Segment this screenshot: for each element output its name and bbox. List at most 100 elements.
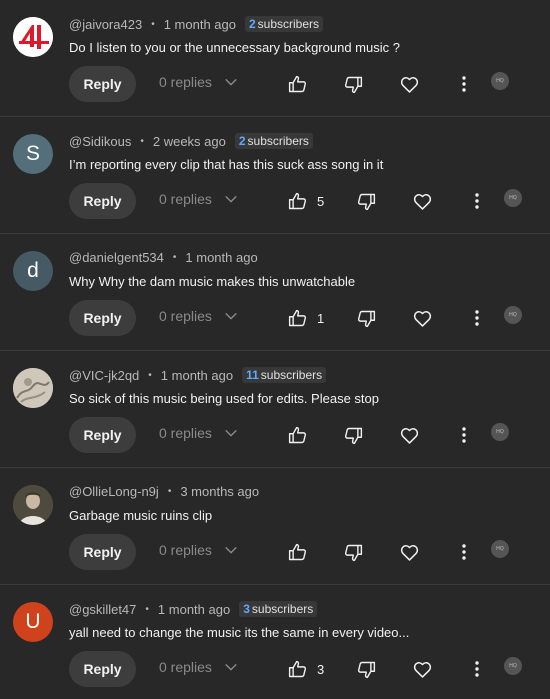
avatar[interactable]: U [13,602,53,642]
replies-toggle[interactable]: 0 replies [159,542,238,558]
avatar[interactable] [13,368,53,408]
extension-badge-icon[interactable]: HQ [504,657,522,675]
thumb-up-icon [287,659,308,680]
subscriber-label: subscribers [251,602,314,616]
separator-dot: • [145,603,149,615]
like-button[interactable] [287,424,308,446]
replies-toggle[interactable]: 0 replies [159,659,238,675]
dislike-button[interactable] [343,424,364,446]
author-handle[interactable]: @danielgent534 [69,250,164,265]
more-actions-button[interactable] [472,307,482,329]
avatar[interactable] [13,485,53,525]
dislike-button[interactable] [356,307,377,329]
replies-count: 0 replies [159,308,212,324]
replies-toggle[interactable]: 0 replies [159,191,238,207]
reply-button[interactable]: Reply [69,183,136,219]
more-actions-button[interactable] [472,190,482,212]
thumb-up-icon [287,542,308,563]
chevron-down-icon [224,75,238,89]
avatar-letter: d [27,259,39,282]
replies-count: 0 replies [159,74,212,90]
extension-badge-icon[interactable]: HQ [504,306,522,324]
replies-count: 0 replies [159,542,212,558]
heart-button[interactable] [412,658,433,680]
extension-badge-icon[interactable]: HQ [504,189,522,207]
more-actions-button[interactable] [459,541,469,563]
separator-dot: • [148,369,152,381]
extension-badge-icon[interactable]: HQ [491,72,509,90]
reply-button[interactable]: Reply [69,300,136,336]
subscriber-label: subscribers [257,17,320,31]
author-handle[interactable]: @Sidikous [69,134,131,149]
author-handle[interactable]: @jaivora423 [69,17,142,32]
separator-dot: • [151,18,155,30]
dislike-button[interactable] [356,658,377,680]
comment-text: Why Why the dam music makes this unwatch… [69,274,356,289]
heart-icon [399,425,420,446]
subscriber-badge: 2 subscribers [244,16,324,32]
comment-item: d @danielgent534 • 1 month ago Why Why t… [0,234,550,351]
like-button[interactable] [287,73,308,95]
heart-icon [412,659,433,680]
like-button[interactable]: 1 [287,307,324,329]
separator-dot: • [172,252,177,263]
reply-button[interactable]: Reply [69,66,136,102]
comment-time[interactable]: 1 month ago [185,250,257,265]
dislike-button[interactable] [356,190,377,212]
comment-header: @gskillet47 • 1 month ago 3 subscribers [69,601,318,617]
comment-time[interactable]: 1 month ago [158,602,230,617]
dislike-button[interactable] [343,541,364,563]
comment-text: I’m reporting every clip that has this s… [69,157,384,172]
reply-button[interactable]: Reply [69,651,136,687]
replies-toggle[interactable]: 0 replies [159,74,238,90]
more-actions-button[interactable] [459,73,469,95]
more-vert-icon [475,193,479,209]
extension-badge-icon[interactable]: HQ [491,540,509,558]
dislike-button[interactable] [343,73,364,95]
avatar[interactable]: S [13,134,53,174]
subscriber-label: subscribers [260,368,323,382]
comment-text: So sick of this music being used for edi… [69,391,379,406]
reply-button[interactable]: Reply [69,417,136,453]
thumb-down-icon [356,191,377,212]
more-actions-button[interactable] [472,658,482,680]
chevron-down-icon [224,543,238,557]
heart-button[interactable] [399,73,420,95]
avatar-logo-icon [13,17,53,57]
replies-toggle[interactable]: 0 replies [159,425,238,441]
reply-button[interactable]: Reply [69,534,136,570]
more-vert-icon [462,76,466,92]
replies-toggle[interactable]: 0 replies [159,308,238,324]
heart-button[interactable] [412,307,433,329]
like-button[interactable]: 5 [287,190,324,212]
comment-time[interactable]: 2 weeks ago [153,134,226,149]
comment-time[interactable]: 1 month ago [161,368,233,383]
author-handle[interactable]: @VIC-jk2qd [69,368,139,383]
heart-icon [412,191,433,212]
author-handle[interactable]: @gskillet47 [69,602,136,617]
avatar-image-icon [13,368,53,408]
heart-button[interactable] [412,190,433,212]
avatar-photo-icon [13,485,53,525]
heart-button[interactable] [399,424,420,446]
avatar[interactable] [13,17,53,57]
comment-item: U @gskillet47 • 1 month ago 3 subscribers… [0,585,550,699]
author-handle[interactable]: @OllieLong-n9j [69,484,159,499]
chevron-down-icon [224,192,238,206]
separator-dot: • [140,135,144,147]
heart-button[interactable] [399,541,420,563]
like-button[interactable] [287,541,308,563]
more-vert-icon [462,544,466,560]
comment-time[interactable]: 1 month ago [164,17,236,32]
replies-count: 0 replies [159,659,212,675]
more-vert-icon [475,310,479,326]
heart-icon [399,542,420,563]
comment-text: Do I listen to you or the unnecessary ba… [69,40,400,55]
avatar[interactable]: d [13,251,53,291]
more-actions-button[interactable] [459,424,469,446]
like-button[interactable]: 3 [287,658,324,680]
subscriber-count: 11 [246,368,259,382]
extension-badge-icon[interactable]: HQ [491,423,509,441]
avatar-letter: S [25,142,40,165]
comment-time[interactable]: 3 months ago [180,484,259,499]
